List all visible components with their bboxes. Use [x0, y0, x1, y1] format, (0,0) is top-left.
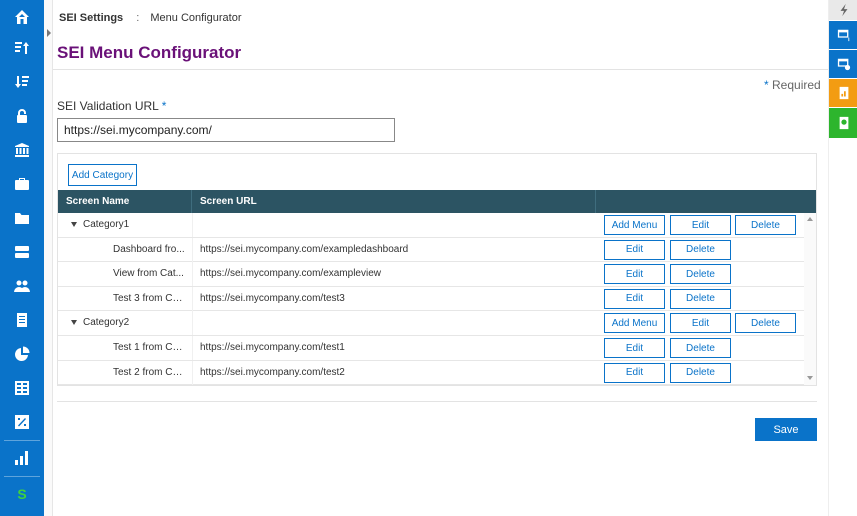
screen-name: Test 1 from Cat...: [113, 342, 187, 353]
column-header-screen-name[interactable]: Screen Name: [58, 190, 192, 213]
delete-button[interactable]: Delete: [735, 313, 796, 334]
breadcrumb-root[interactable]: SEI Settings: [59, 12, 123, 24]
edit-button[interactable]: Edit: [670, 313, 731, 334]
validation-url-label-text: SEI Validation URL: [57, 99, 159, 113]
screen-row[interactable]: Dashboard fro... https://sei.mycompany.c…: [58, 237, 804, 263]
document-icon[interactable]: [0, 303, 44, 337]
bar-chart-icon[interactable]: [0, 441, 44, 475]
category-row[interactable]: Category1 Add Menu Edit Delete: [58, 213, 804, 238]
required-star: *: [764, 78, 769, 92]
grid-scrollbar[interactable]: [804, 213, 816, 385]
column-header-screen-url[interactable]: Screen URL: [192, 190, 596, 213]
required-star: *: [161, 99, 167, 113]
folder-icon[interactable]: [0, 201, 44, 235]
delete-button[interactable]: Delete: [670, 288, 731, 309]
required-note: * Required: [764, 78, 821, 92]
column-divider: [192, 213, 193, 237]
category-panel: Add Category Screen Name Screen URL Cate…: [57, 153, 817, 386]
edit-button[interactable]: Edit: [604, 264, 665, 285]
window-one-icon[interactable]: [829, 21, 857, 49]
breadcrumb: SEI Settings : Menu Configurator: [59, 12, 241, 24]
header-divider: [53, 69, 828, 70]
screen-name: View from Cat...: [113, 268, 184, 280]
grid-header: Screen Name Screen URL: [58, 190, 816, 213]
sort-descending-icon[interactable]: [0, 65, 44, 99]
briefcase-icon[interactable]: [0, 167, 44, 201]
edit-button[interactable]: Edit: [604, 288, 665, 309]
collapse-triangle-icon[interactable]: [71, 320, 77, 326]
collapse-triangle-icon[interactable]: [71, 222, 77, 227]
screen-row[interactable]: Test 2 from Cat... https://sei.mycompany…: [58, 360, 804, 385]
column-header-actions: [596, 190, 816, 213]
breadcrumb-separator: :: [136, 12, 140, 24]
delete-button[interactable]: Delete: [735, 215, 796, 235]
screen-name: Test 3 from Cat...: [113, 292, 187, 304]
s-logo-icon[interactable]: S: [0, 477, 44, 511]
bank-icon[interactable]: [0, 133, 44, 167]
window-check-icon[interactable]: [829, 50, 857, 78]
lightning-icon[interactable]: [829, 0, 857, 20]
screen-url: https://sei.mycompany.com/test1: [200, 342, 345, 353]
breadcrumb-current: Menu Configurator: [150, 12, 242, 24]
expand-arrow-icon[interactable]: [47, 29, 51, 37]
required-text: Required: [772, 78, 821, 92]
delete-button[interactable]: Delete: [670, 264, 731, 285]
edit-button[interactable]: Edit: [604, 362, 665, 383]
table-icon[interactable]: [0, 371, 44, 405]
report-search-icon[interactable]: [829, 108, 857, 138]
scroll-up-icon[interactable]: [807, 217, 813, 221]
screen-name: Dashboard fro...: [113, 243, 185, 255]
validation-url-input[interactable]: [57, 118, 395, 142]
screen-url: https://sei.mycompany.com/exampledashboa…: [200, 243, 409, 255]
column-divider: [192, 286, 193, 311]
screen-row[interactable]: Test 3 from Cat... https://sei.mycompany…: [58, 286, 804, 312]
category-row[interactable]: Category2 Add Menu Edit Delete: [58, 311, 804, 336]
delete-button[interactable]: Delete: [670, 239, 731, 260]
lock-icon[interactable]: [0, 99, 44, 133]
sidebar-collapse-strip[interactable]: [44, 0, 53, 516]
column-divider: [192, 360, 193, 385]
screen-url: https://sei.mycompany.com/test3: [200, 292, 345, 304]
add-menu-button[interactable]: Add Menu: [604, 313, 665, 334]
delete-button[interactable]: Delete: [670, 338, 731, 358]
screen-url: https://sei.mycompany.com/test2: [200, 366, 345, 378]
save-button[interactable]: Save: [755, 418, 817, 441]
percent-icon[interactable]: [0, 405, 44, 439]
page-title: SEI Menu Configurator: [57, 43, 242, 62]
screen-row[interactable]: View from Cat... https://sei.mycompany.c…: [58, 262, 804, 287]
screen-row[interactable]: Test 1 from Cat... https://sei.mycompany…: [58, 336, 804, 361]
left-nav: S: [0, 0, 44, 516]
sort-ascending-icon[interactable]: [0, 31, 44, 65]
grid-body: Category1 Add Menu Edit Delete Dashboard…: [58, 213, 816, 385]
screen-name: Test 2 from Cat...: [113, 366, 187, 378]
validation-url-label: SEI Validation URL *: [57, 99, 166, 113]
add-category-button[interactable]: Add Category: [68, 164, 137, 186]
server-icon[interactable]: [0, 235, 44, 269]
category-name: Category1: [83, 219, 130, 230]
pie-chart-icon[interactable]: [0, 337, 44, 371]
scroll-down-icon[interactable]: [807, 376, 813, 380]
home-icon[interactable]: [0, 0, 44, 34]
users-icon[interactable]: [0, 269, 44, 303]
category-name: Category2: [83, 317, 130, 329]
column-divider: [192, 262, 193, 287]
footer-divider: [57, 401, 817, 402]
column-divider: [192, 336, 193, 360]
column-divider: [192, 311, 193, 336]
column-divider: [192, 237, 193, 262]
edit-button[interactable]: Edit: [604, 239, 665, 260]
add-menu-button[interactable]: Add Menu: [604, 215, 665, 235]
screen-url: https://sei.mycompany.com/exampleview: [200, 268, 381, 280]
edit-button[interactable]: Edit: [670, 215, 731, 235]
edit-button[interactable]: Edit: [604, 338, 665, 358]
report-chart-icon[interactable]: [829, 79, 857, 107]
delete-button[interactable]: Delete: [670, 362, 731, 383]
right-toolbar: [828, 0, 857, 516]
